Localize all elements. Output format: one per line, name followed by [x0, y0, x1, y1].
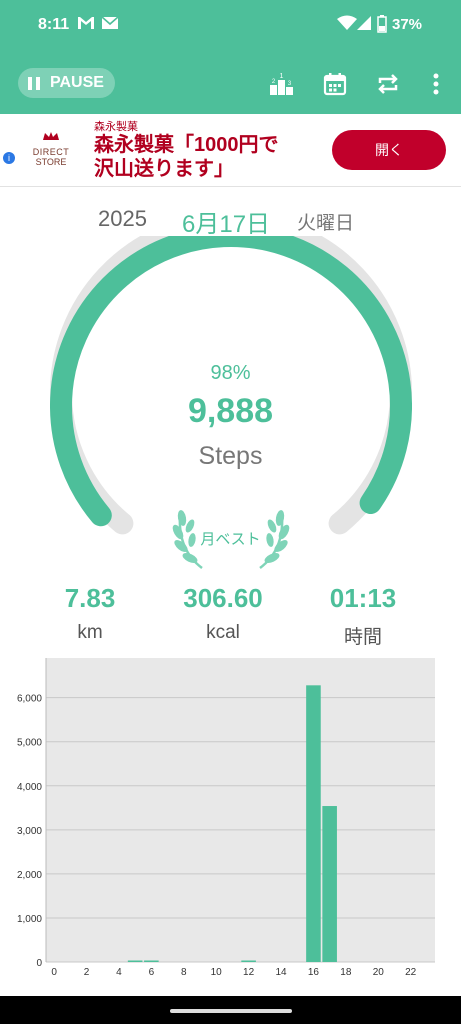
mail-icon — [101, 16, 119, 29]
pause-icon — [28, 76, 40, 90]
gmail-icon — [78, 17, 94, 29]
y-tick-label: 5,000 — [17, 738, 42, 749]
date-row: 2025 6月17日 火曜日 — [0, 204, 461, 240]
ad-banner[interactable]: DIRECT STORE 森永製菓 森永製菓「1000円で 沢山送ります」 開く… — [0, 114, 461, 187]
distance-unit: km — [77, 622, 103, 643]
distance-value: 7.83 — [64, 583, 116, 613]
ad-headline-line1: 森永製菓「1000円で — [94, 134, 279, 156]
status-bar: 8:11 37% — [0, 0, 461, 52]
chart-bar — [127, 960, 143, 962]
crown-icon — [43, 132, 59, 140]
time-value: 01:13 — [329, 583, 397, 613]
distance-stat: 7.83 km — [20, 583, 160, 644]
x-tick-label: 14 — [275, 967, 287, 978]
ad-info-icon[interactable]: i — [3, 152, 15, 164]
x-tick-label: 4 — [116, 967, 122, 978]
chart-bar — [322, 806, 337, 962]
chart-bar — [241, 960, 256, 962]
x-tick-label: 2 — [84, 967, 90, 978]
system-nav-bar — [0, 996, 461, 1024]
svg-text:1: 1 — [280, 73, 284, 80]
steps-count: 9,888 — [187, 392, 274, 430]
x-tick-label: 16 — [308, 967, 320, 978]
y-tick-label: 6,000 — [17, 694, 42, 705]
ad-headline: 森永製菓「1000円で 沢山送ります」 — [94, 133, 279, 181]
x-tick-label: 6 — [149, 967, 155, 978]
y-tick-label: 3,000 — [17, 826, 42, 837]
date-month-day[interactable]: 6月17日 — [182, 204, 270, 239]
x-tick-label: 20 — [373, 967, 385, 978]
pause-button[interactable]: PAUSE — [18, 68, 115, 98]
calories-unit: kcal — [206, 622, 240, 643]
hourly-steps-chart[interactable]: 0 1,000 2,000 3,000 4,000 5,000 6,000 0 2 4 6 8 10 12… — [0, 650, 461, 986]
ranking-icon[interactable]: 1 2 3 — [268, 71, 294, 97]
x-tick-label: 8 — [181, 967, 187, 978]
ad-open-button[interactable]: 開く — [332, 130, 446, 170]
calendar-icon[interactable] — [322, 71, 348, 97]
ad-logo-line1: DIRECT — [32, 147, 70, 157]
progress-gauge — [50, 236, 412, 535]
more-options-icon[interactable] — [423, 71, 449, 97]
time-stat: 01:13 時間 — [293, 583, 433, 649]
chart-plot-area — [46, 658, 435, 962]
y-tick-label: 4,000 — [17, 782, 42, 793]
battery-icon — [377, 15, 387, 33]
ad-logo: DIRECT STORE — [26, 128, 76, 178]
x-tick-label: 18 — [340, 967, 352, 978]
repeat-icon[interactable] — [375, 71, 401, 97]
home-gesture-handle[interactable] — [170, 1009, 292, 1013]
ad-headline-line2: 沢山送ります」 — [94, 158, 234, 180]
x-tick-label: 0 — [51, 967, 57, 978]
svg-text:3: 3 — [288, 81, 292, 87]
steps-label: Steps — [198, 442, 263, 470]
time-unit: 時間 — [343, 627, 382, 648]
date-year: 2025 — [98, 206, 147, 231]
y-tick-label: 1,000 — [17, 914, 42, 925]
chart-bar — [306, 685, 321, 962]
progress-percent: 98% — [210, 362, 251, 384]
y-tick-label: 0 — [36, 958, 42, 969]
ad-brand: 森永製菓 — [94, 121, 138, 133]
x-tick-label: 22 — [405, 967, 417, 978]
chart-bar — [144, 960, 159, 962]
x-tick-label: 12 — [243, 967, 255, 978]
x-tick-label: 10 — [211, 967, 223, 978]
app-toolbar: PAUSE 1 2 3 — [0, 52, 461, 114]
wifi-icon — [337, 15, 357, 30]
monthly-best-badge: 月ベスト — [200, 531, 261, 548]
date-weekday: 火曜日 — [297, 213, 355, 234]
battery-percent: 37% — [392, 16, 423, 33]
status-time: 8:11 — [38, 16, 70, 33]
pause-label: PAUSE — [50, 74, 104, 91]
y-tick-label: 2,000 — [17, 870, 42, 881]
ad-logo-line2: STORE — [35, 157, 67, 167]
signal-icon — [357, 16, 371, 30]
calories-stat: 306.60 kcal — [153, 583, 293, 644]
calories-value: 306.60 — [183, 583, 263, 613]
svg-text:2: 2 — [272, 79, 276, 85]
